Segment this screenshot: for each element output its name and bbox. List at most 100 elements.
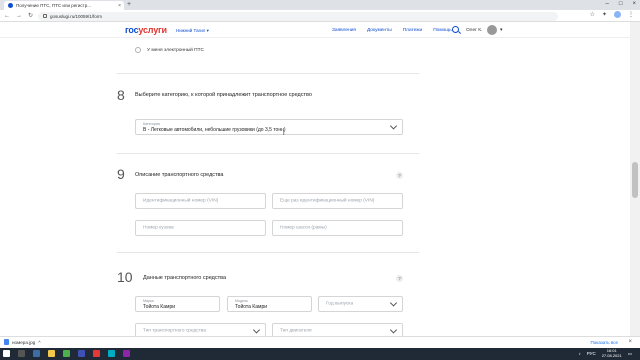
- window-controls: – □ ×: [606, 0, 636, 9]
- select-value: B - Легковые автомобили, небольшие грузо…: [143, 127, 286, 133]
- logo-part-gos: гос: [125, 25, 139, 35]
- logo-part-uslugi: услуги: [138, 25, 167, 35]
- model-label: Модель: [235, 299, 248, 303]
- browser-tab-bar: Получение ПТС, ПТС или регистр... × + – …: [0, 0, 640, 10]
- vin-repeat-placeholder: Еще раз идентификационный номер (VIN): [280, 198, 375, 204]
- app-icon[interactable]: [93, 350, 100, 357]
- step-number-9: 9: [117, 166, 125, 182]
- language-indicator[interactable]: РУС: [587, 351, 596, 356]
- user-avatar[interactable]: [487, 25, 497, 35]
- forward-icon[interactable]: →: [16, 13, 22, 19]
- body-number-placeholder: Номер кузова: [143, 225, 174, 231]
- extensions-icon[interactable]: ✦: [602, 11, 607, 18]
- chassis-number-input[interactable]: Номер шасси (рамы): [272, 220, 403, 236]
- volume-icon[interactable]: ♪: [578, 351, 580, 356]
- new-tab-button[interactable]: +: [127, 1, 131, 8]
- app-icon[interactable]: [108, 350, 115, 357]
- clock[interactable]: 16:01 27.08.2021: [601, 348, 622, 358]
- site-header: госуслуги Нижний Тагил ▾ Заявления Докум…: [0, 22, 630, 38]
- clock-date: 27.08.2021: [601, 352, 622, 358]
- brand-input[interactable]: Марка Тойота Камри: [135, 296, 220, 312]
- back-icon[interactable]: ←: [4, 13, 10, 19]
- nav-documents[interactable]: Документы: [367, 28, 392, 33]
- taskbar-apps: [3, 350, 130, 357]
- chevron-down-icon: [389, 326, 398, 334]
- step-8-title: Выберите категорию, к которой принадлежи…: [135, 92, 312, 98]
- brand-label: Марка: [143, 299, 154, 303]
- page-scrollbar[interactable]: [630, 22, 640, 346]
- help-icon[interactable]: ?: [396, 275, 403, 282]
- year-select[interactable]: Год выпуска: [318, 296, 403, 312]
- windows-taskbar: ♪ РУС 16:01 27.08.2021 ▭: [0, 348, 640, 360]
- step-9-title: Описание транспортного средства: [135, 172, 224, 178]
- maximize-button[interactable]: □: [619, 0, 623, 9]
- download-item[interactable]: номера.jpg ^: [4, 339, 40, 345]
- chrome-icon[interactable]: [63, 350, 70, 357]
- model-input[interactable]: Модель Тойота Камри: [227, 296, 312, 312]
- browser-toolbar: ← → ↻ gosuslugi.ru/10059/1/form ☆ ✦ ⋮: [0, 10, 640, 22]
- close-downloads-bar-icon[interactable]: ×: [628, 339, 632, 345]
- browser-toolbar-right: ☆ ✦ ⋮: [590, 11, 634, 18]
- brand-value: Тойота Камри: [143, 304, 176, 310]
- section-divider: [117, 73, 419, 74]
- star-icon[interactable]: ☆: [590, 11, 595, 18]
- system-tray: ♪ РУС 16:01 27.08.2021 ▭: [578, 348, 632, 358]
- chevron-up-icon[interactable]: ^: [38, 340, 40, 345]
- image-file-icon: [4, 339, 9, 345]
- reload-icon[interactable]: ↻: [28, 12, 33, 19]
- region-selector[interactable]: Нижний Тагил ▾: [176, 28, 209, 34]
- lock-icon: [43, 14, 47, 18]
- notifications-icon[interactable]: ▭: [628, 351, 632, 356]
- file-explorer-icon[interactable]: [48, 350, 55, 357]
- vin-repeat-input[interactable]: Еще раз идентификационный номер (VIN): [272, 193, 403, 209]
- mouse-cursor-icon: I: [283, 131, 285, 137]
- download-file-name: номера.jpg: [12, 339, 36, 345]
- menu-icon[interactable]: ⋮: [628, 11, 634, 18]
- scrollbar-thumb[interactable]: [632, 162, 638, 198]
- step-number-10: 10: [117, 269, 133, 285]
- body-number-input[interactable]: Номер кузова: [135, 220, 266, 236]
- downloads-bar: номера.jpg ^ Показать все ×: [0, 336, 640, 348]
- model-value: Тойота Камри: [235, 304, 268, 310]
- url-text: gosuslugi.ru/10059/1/form: [50, 13, 103, 19]
- help-icon[interactable]: ?: [396, 172, 403, 179]
- nav-help[interactable]: Помощь: [433, 28, 452, 33]
- top-navigation: Заявления Документы Платежи Помощь: [332, 28, 452, 33]
- app-icon[interactable]: [123, 350, 130, 357]
- address-bar[interactable]: gosuslugi.ru/10059/1/form: [38, 11, 558, 21]
- section-divider: [117, 153, 419, 154]
- windows-start-icon[interactable]: [3, 350, 10, 357]
- chevron-down-icon: [389, 122, 398, 130]
- chevron-down-icon: [252, 326, 261, 334]
- step-10-title: Данные транспортного средства: [143, 275, 227, 281]
- engine-type-placeholder: Тип двигателя: [280, 328, 312, 334]
- taskbar-search-icon[interactable]: [18, 350, 25, 357]
- close-window-button[interactable]: ×: [632, 0, 636, 9]
- chevron-down-icon: [389, 299, 398, 307]
- vin-input[interactable]: Идентификационный номер (VIN): [135, 193, 266, 209]
- vehicle-category-select[interactable]: Категория B - Легковые автомобили, небол…: [135, 119, 403, 135]
- year-placeholder: Год выпуска: [326, 301, 354, 307]
- show-all-downloads-button[interactable]: Показать все: [591, 340, 618, 345]
- vin-placeholder: Идентификационный номер (VIN): [143, 198, 219, 204]
- tab-title: Получение ПТС, ПТС или регистр...: [16, 3, 91, 8]
- nav-applications[interactable]: Заявления: [332, 28, 356, 33]
- vehicle-type-placeholder: Тип транспортного средства: [143, 328, 207, 334]
- search-icon[interactable]: [452, 26, 459, 33]
- section-divider: [117, 252, 419, 253]
- task-view-icon[interactable]: [33, 350, 40, 357]
- app-icon[interactable]: [78, 350, 85, 357]
- select-label: Категория: [143, 122, 160, 126]
- electronic-pts-option[interactable]: У меня электронный ПТС: [135, 47, 204, 53]
- minimize-button[interactable]: –: [606, 0, 609, 9]
- radio-button[interactable]: [135, 47, 141, 53]
- user-name[interactable]: Олег К.: [466, 28, 482, 33]
- browser-tab-active[interactable]: Получение ПТС, ПТС или регистр... ×: [4, 1, 124, 10]
- radio-label: У меня электронный ПТС: [147, 47, 205, 53]
- gosuslugi-logo[interactable]: госуслуги: [125, 25, 167, 35]
- nav-payments[interactable]: Платежи: [403, 28, 422, 33]
- profile-avatar-icon[interactable]: [614, 11, 621, 18]
- tab-close-icon[interactable]: ×: [118, 3, 121, 9]
- chevron-down-icon[interactable]: ▾: [500, 27, 503, 33]
- gosuslugi-favicon-icon: [8, 3, 13, 8]
